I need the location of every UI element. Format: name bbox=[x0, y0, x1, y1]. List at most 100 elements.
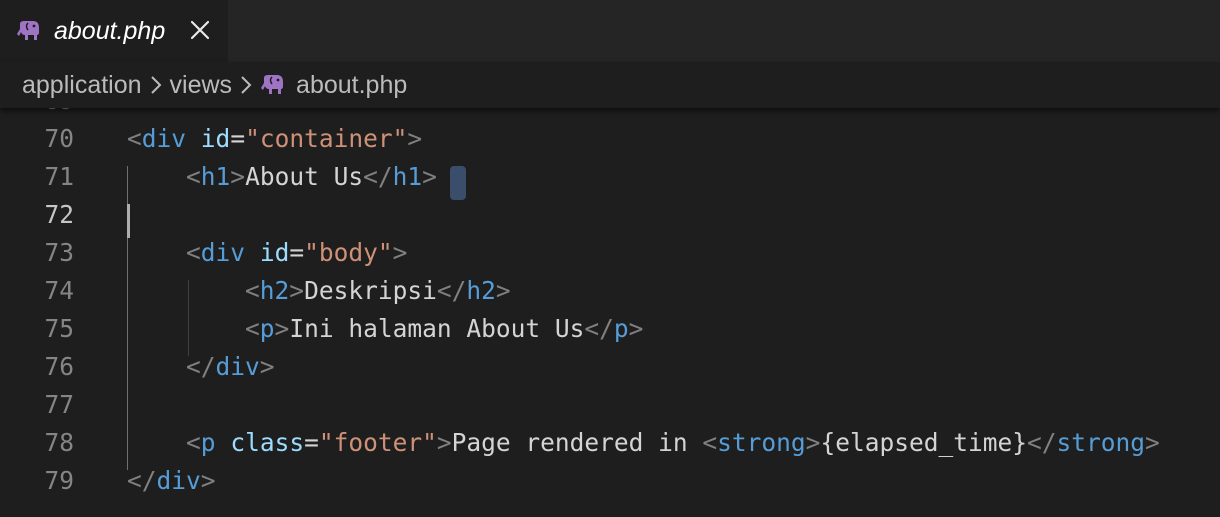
line-number: 72 bbox=[44, 200, 74, 229]
code-token: Ini halaman About Us bbox=[289, 314, 585, 343]
line-number: 76 bbox=[44, 352, 74, 381]
code-token: < bbox=[245, 276, 260, 305]
code-token: </ bbox=[186, 352, 216, 381]
line-number: 78 bbox=[44, 428, 74, 457]
code-text: <div id="body"> bbox=[127, 234, 407, 272]
code-text: </div> bbox=[127, 462, 216, 500]
code-token: > bbox=[628, 314, 644, 343]
code-token: > bbox=[1144, 428, 1160, 457]
code-line[interactable]: 74 <h2>Deskripsi</h2> bbox=[0, 272, 1220, 310]
code-line[interactable]: 71 <h1>About Us</h1> bbox=[0, 158, 1220, 196]
code-token: strong bbox=[717, 428, 806, 457]
code-token: h2 bbox=[466, 276, 496, 305]
code-token: > bbox=[407, 124, 423, 153]
breadcrumb-item-file[interactable]: about.php bbox=[260, 71, 407, 100]
code-token: = bbox=[304, 428, 319, 457]
code-line[interactable]: 72 bbox=[0, 196, 1220, 234]
code-line[interactable]: 77 bbox=[0, 386, 1220, 424]
line-number: 79 bbox=[44, 466, 74, 495]
tab-about-php[interactable]: about.php bbox=[0, 0, 228, 62]
code-token: class bbox=[230, 428, 305, 457]
code-token: </ bbox=[1026, 428, 1057, 457]
breadcrumb: application views about.php bbox=[0, 62, 1220, 108]
code-token: < bbox=[245, 314, 260, 343]
code-token: p bbox=[613, 314, 629, 343]
line-number: 77 bbox=[44, 390, 74, 419]
code-token: > bbox=[289, 276, 305, 305]
code-token: "container" bbox=[245, 124, 408, 153]
code-token: div bbox=[141, 124, 187, 153]
code-token: Deskripsi bbox=[304, 276, 437, 305]
code-editor[interactable]: 6970<div id="container">71 <h1>About Us<… bbox=[0, 108, 1220, 517]
code-token: > bbox=[805, 428, 821, 457]
breadcrumb-item-application[interactable]: application bbox=[22, 71, 142, 100]
code-token: h2 bbox=[259, 276, 290, 305]
code-line[interactable]: 70 <div id="container"> bbox=[0, 120, 1220, 158]
code-token: > bbox=[495, 276, 511, 305]
code-token: id bbox=[200, 124, 231, 153]
code-token: h1 bbox=[200, 162, 231, 191]
chevron-right-icon bbox=[150, 75, 162, 95]
php-elephant-icon bbox=[16, 20, 42, 42]
code-token: < bbox=[186, 162, 201, 191]
code-token: < bbox=[127, 124, 142, 153]
breadcrumb-item-views[interactable]: views bbox=[170, 71, 233, 100]
code-token: About Us bbox=[245, 162, 364, 191]
code-token: p bbox=[200, 428, 216, 457]
code-line[interactable]: 79 </div> bbox=[0, 462, 1220, 500]
code-token: div bbox=[200, 238, 246, 267]
code-token: < bbox=[702, 428, 718, 457]
breadcrumb-item-label: about.php bbox=[296, 70, 408, 99]
code-token: </ bbox=[127, 466, 157, 495]
code-token: </ bbox=[436, 276, 467, 305]
code-token: {elapsed_time} bbox=[820, 428, 1027, 457]
code-token: strong bbox=[1056, 428, 1145, 457]
code-line[interactable]: 78 <p class="footer">Page rendered in <s… bbox=[0, 424, 1220, 462]
code-token: > bbox=[436, 428, 452, 457]
code-token: "footer" bbox=[318, 428, 437, 457]
code-text: </div> bbox=[127, 348, 275, 386]
code-token: </ bbox=[584, 314, 614, 343]
code-token: </ bbox=[363, 162, 393, 191]
code-token: Page rendered in bbox=[451, 428, 703, 457]
code-text: <div id="container"> bbox=[127, 120, 422, 158]
code-text: <p>Ini halaman About Us</p> bbox=[127, 310, 643, 348]
code-token: id bbox=[259, 238, 290, 267]
code-text: <p class="footer">Page rendered in <stro… bbox=[127, 424, 1160, 462]
code-lines: 6970<div id="container">71 <h1>About Us<… bbox=[0, 108, 1220, 500]
code-token: > bbox=[392, 238, 408, 267]
code-line[interactable]: 73 <div id="body"> bbox=[0, 234, 1220, 272]
line-number: 73 bbox=[44, 238, 74, 267]
tab-bar: about.php bbox=[0, 0, 1220, 62]
code-token: > bbox=[200, 466, 216, 495]
code-token: div bbox=[156, 466, 201, 495]
close-icon[interactable] bbox=[186, 14, 214, 46]
line-number: 74 bbox=[44, 276, 74, 305]
code-token: < bbox=[186, 238, 201, 267]
line-number: 69 bbox=[0, 108, 74, 120]
code-token: > bbox=[259, 352, 275, 381]
code-line[interactable]: 76 </div> bbox=[0, 348, 1220, 386]
code-line[interactable]: 69 bbox=[0, 108, 1220, 120]
code-token: < bbox=[186, 428, 201, 457]
code-token: > bbox=[274, 314, 290, 343]
code-token: > bbox=[230, 162, 246, 191]
code-token: = bbox=[230, 124, 246, 153]
code-token: = bbox=[289, 238, 305, 267]
line-number: 70 bbox=[44, 124, 74, 153]
code-token: div bbox=[215, 352, 260, 381]
code-text: <h1>About Us</h1> bbox=[127, 158, 437, 196]
line-number: 71 bbox=[44, 162, 74, 191]
code-line[interactable]: 75 <p>Ini halaman About Us</p> bbox=[0, 310, 1220, 348]
tab-title: about.php bbox=[54, 16, 166, 45]
code-token: "body" bbox=[304, 238, 393, 267]
